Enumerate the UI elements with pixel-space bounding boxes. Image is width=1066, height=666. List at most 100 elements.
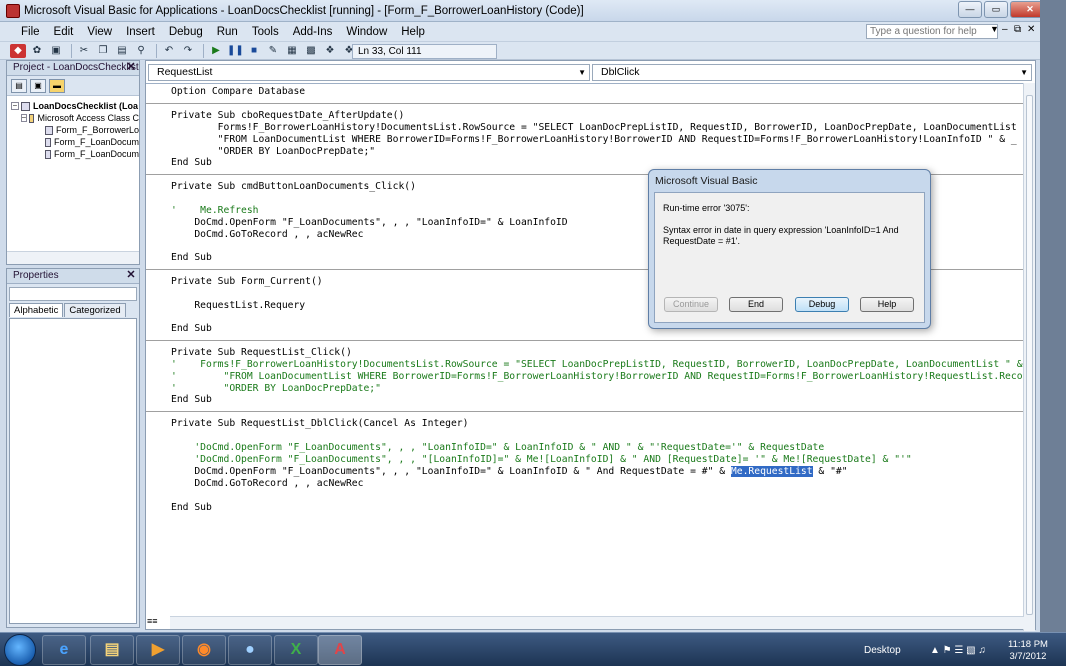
tree-item-form[interactable]: Form_F_LoanDocum: [11, 136, 139, 148]
paste-icon[interactable]: ▤: [114, 44, 130, 58]
tab-categorized[interactable]: Categorized: [64, 303, 126, 317]
save-icon[interactable]: ▣: [48, 44, 64, 58]
menu-view[interactable]: View: [80, 26, 119, 38]
media-player-icon[interactable]: ▶: [136, 635, 180, 665]
procedure-separator: [146, 340, 1024, 341]
tab-alphabetic[interactable]: Alphabetic: [9, 303, 64, 317]
reset-icon[interactable]: ■: [246, 44, 262, 58]
collapse-icon[interactable]: –: [21, 114, 27, 122]
minimize-button[interactable]: —: [958, 1, 982, 18]
toggle-folders-icon[interactable]: ▬: [49, 78, 65, 93]
restore-button[interactable]: ▭: [984, 1, 1008, 18]
selected-text: Me.RequestList: [730, 466, 813, 477]
run-icon[interactable]: ▶: [208, 44, 224, 58]
cut-icon[interactable]: ✂: [76, 44, 92, 58]
break-icon[interactable]: ❚❚: [227, 44, 244, 58]
code-line: RequestList.Requery: [171, 300, 306, 311]
view-code-icon[interactable]: ▤: [11, 78, 27, 93]
internet-explorer-icon[interactable]: e: [42, 635, 86, 665]
properties-title: Properties: [13, 270, 59, 281]
system-tray-icons[interactable]: ▲ ⚑ ☰ ▧ ♫: [930, 645, 986, 656]
clock[interactable]: 11:18 PM 3/7/2012: [1008, 639, 1048, 663]
continue-button[interactable]: Continue: [664, 297, 718, 312]
procedure-select[interactable]: DblClick ▼: [592, 64, 1032, 81]
copy-icon[interactable]: ❐: [95, 44, 111, 58]
menu-tools[interactable]: Tools: [245, 26, 286, 38]
view-buttons: ≡≡: [147, 616, 169, 628]
excel-icon[interactable]: X: [274, 635, 318, 665]
app-icon[interactable]: ●: [228, 635, 272, 665]
code-window: RequestList ▼ DblClick ▼ Option Compare …: [145, 60, 1036, 631]
design-mode-icon[interactable]: ✎: [265, 44, 281, 58]
code-text: & "#": [812, 466, 848, 477]
form-module-icon: [45, 125, 53, 135]
access-icon[interactable]: A: [318, 635, 362, 665]
tree-item-class-objects[interactable]: – Microsoft Access Class C: [11, 112, 139, 124]
project-explorer-close-icon[interactable]: ✕: [125, 62, 137, 74]
tree-item-project[interactable]: – LoanDocsChecklist (Loa: [11, 100, 139, 112]
scrollbar-thumb[interactable]: [1026, 95, 1033, 615]
help-search-input[interactable]: Type a question for help: [866, 24, 998, 39]
help-button[interactable]: Help: [860, 297, 914, 312]
tree-item-form[interactable]: Form_F_BorrowerLo: [11, 124, 139, 136]
properties-close-icon[interactable]: ✕: [125, 270, 137, 282]
tree-item-label: Form_F_LoanDocum: [53, 137, 139, 147]
help-dropdown-icon[interactable]: ▼: [990, 24, 999, 34]
view-object-icon[interactable]: ▣: [30, 78, 46, 93]
undo-icon[interactable]: ↶: [161, 44, 177, 58]
object-select[interactable]: RequestList ▼: [148, 64, 590, 81]
code-editor[interactable]: Option Compare Database Private Sub cboR…: [146, 83, 1024, 613]
clock-time: 11:18 PM: [1008, 639, 1048, 650]
code-vertical-scrollbar[interactable]: [1023, 83, 1035, 631]
chevron-down-icon: ▼: [578, 68, 586, 77]
code-horizontal-scrollbar[interactable]: [170, 616, 1024, 629]
error-message: Syntax error in date in query expression…: [663, 225, 899, 246]
end-button[interactable]: End: [729, 297, 783, 312]
desktop-background: [1040, 0, 1066, 632]
code-text: DoCmd.OpenForm "F_LoanDocuments", , , "L…: [171, 466, 731, 477]
mdi-restore-icon[interactable]: ⧉: [1014, 24, 1021, 35]
menu-insert[interactable]: Insert: [119, 26, 162, 38]
debug-button[interactable]: Debug: [795, 297, 849, 312]
file-explorer-icon[interactable]: ▤: [90, 635, 134, 665]
project-horizontal-scrollbar[interactable]: [7, 251, 139, 264]
mdi-minimize-icon[interactable]: –: [1002, 24, 1008, 35]
desktop-toolbar-label[interactable]: Desktop: [864, 645, 901, 656]
redo-icon[interactable]: ↷: [180, 44, 196, 58]
clock-date: 3/7/2012: [1009, 651, 1047, 662]
properties-grid[interactable]: [9, 318, 137, 624]
menu-help[interactable]: Help: [394, 26, 432, 38]
code-line: Private Sub cboRequestDate_AfterUpdate(): [171, 110, 405, 121]
insert-module-icon[interactable]: ✿: [29, 44, 45, 58]
menu-debug[interactable]: Debug: [162, 26, 210, 38]
code-line: End Sub: [171, 323, 212, 334]
code-line: End Sub: [171, 502, 212, 513]
start-button[interactable]: [4, 634, 36, 666]
project-explorer-icon[interactable]: ▦: [284, 44, 300, 58]
firefox-icon[interactable]: ◉: [182, 635, 226, 665]
project-tree: – LoanDocsChecklist (Loa – Microsoft Acc…: [7, 96, 139, 160]
properties-tabs: Alphabetic Categorized: [9, 303, 127, 317]
toolbar-separator: [71, 43, 72, 58]
procedure-separator: [146, 411, 1024, 412]
view-access-icon[interactable]: ◆: [10, 43, 26, 58]
runtime-error-dialog: Microsoft Visual Basic Run-time error '3…: [648, 169, 931, 329]
collapse-icon[interactable]: –: [11, 102, 19, 110]
mdi-close-icon[interactable]: ✕: [1027, 24, 1035, 35]
object-browser-icon[interactable]: ❖: [322, 44, 338, 58]
tree-item-label: Microsoft Access Class C: [37, 113, 139, 123]
properties-object-select[interactable]: [9, 287, 137, 301]
dialog-title: Microsoft Visual Basic: [655, 175, 758, 187]
tree-item-form[interactable]: Form_F_LoanDocum: [11, 148, 139, 160]
menu-run[interactable]: Run: [210, 26, 245, 38]
toolbar-separator: [203, 43, 204, 58]
properties-window-icon[interactable]: ▩: [303, 44, 319, 58]
menu-edit[interactable]: Edit: [47, 26, 81, 38]
full-module-view-icon[interactable]: ≡: [152, 616, 157, 626]
menu-window[interactable]: Window: [339, 26, 394, 38]
menu-add-ins[interactable]: Add-Ins: [286, 26, 340, 38]
code-line: DoCmd.OpenForm "F_LoanDocuments", , , "L…: [171, 217, 568, 228]
project-explorer-header: Project - LoanDocsChecklist ✕: [7, 61, 139, 76]
menu-file[interactable]: File: [14, 26, 47, 38]
find-icon[interactable]: ⚲: [133, 44, 149, 58]
